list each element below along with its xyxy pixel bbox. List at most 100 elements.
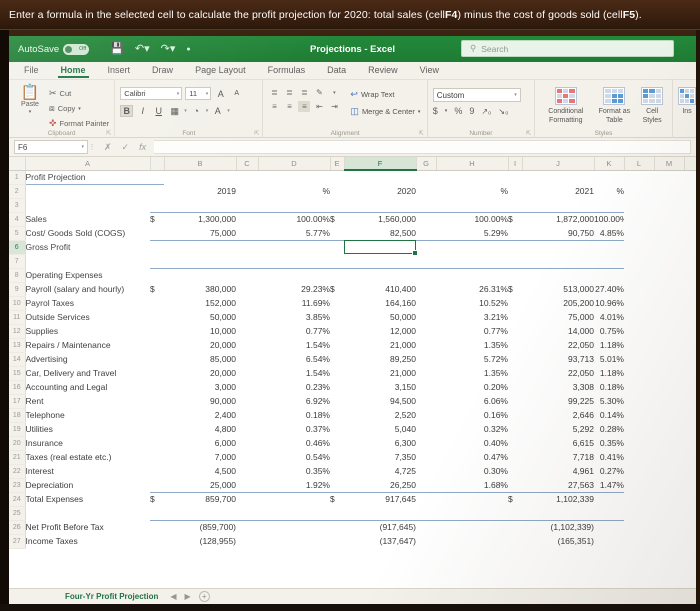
empty-cells[interactable]: [624, 506, 696, 520]
cell-pct-2020[interactable]: 6.06%: [436, 394, 508, 408]
empty-cells[interactable]: [624, 212, 696, 226]
empty-cells[interactable]: [624, 324, 696, 338]
cell-value-2021[interactable]: 513,000: [522, 282, 594, 296]
cell-spacer[interactable]: [416, 520, 436, 534]
formula-input[interactable]: [154, 140, 691, 154]
cell-spacer[interactable]: [508, 380, 522, 394]
cell-sales-pct-2021[interactable]: 100.00%: [594, 212, 624, 226]
cell-spacer[interactable]: [330, 380, 344, 394]
cell-spacer[interactable]: [416, 352, 436, 366]
row-header-22[interactable]: 22: [9, 464, 26, 479]
increase-indent-icon[interactable]: ⇥: [328, 101, 340, 112]
empty-cells[interactable]: [624, 478, 696, 492]
cell-value-2020[interactable]: 5,040: [344, 422, 416, 436]
row-label-utilities[interactable]: Utilities: [25, 422, 150, 436]
cell-value-2021[interactable]: 27,563: [522, 478, 594, 493]
cell-spacer[interactable]: [330, 324, 344, 338]
cell-value-2021[interactable]: 22,050: [522, 366, 594, 380]
cell-net-profit-2020[interactable]: (917,645): [344, 520, 416, 534]
empty-cells[interactable]: [624, 184, 696, 198]
empty-cells[interactable]: [624, 352, 696, 366]
cell-spacer[interactable]: [416, 408, 436, 422]
row-header-5[interactable]: 5: [9, 226, 26, 241]
cell-value-2019[interactable]: 7,000: [164, 450, 236, 464]
cell-spacer[interactable]: [236, 450, 258, 464]
row-label-payroll[interactable]: Payroll (salary and hourly): [25, 282, 150, 296]
row-header-14[interactable]: 14: [9, 352, 26, 367]
row-label-supplies[interactable]: Supplies: [25, 324, 150, 338]
cell-currency-2021[interactable]: $: [508, 282, 522, 296]
cell-pct-2021[interactable]: 0.41%: [594, 450, 624, 464]
cell-currency-2020[interactable]: $: [330, 492, 344, 506]
borders-dropdown-icon[interactable]: ▾: [184, 108, 187, 114]
cell-pct-2019[interactable]: 0.23%: [258, 380, 330, 394]
cell-cogs-2021[interactable]: 90,750: [522, 226, 594, 241]
row-label-accounting-legal[interactable]: Accounting and Legal: [25, 380, 150, 394]
cell-spacer[interactable]: [258, 520, 330, 534]
cell-value-2019[interactable]: 85,000: [164, 352, 236, 366]
select-all-corner[interactable]: [9, 157, 26, 171]
cell-income-taxes-2021[interactable]: (165,351): [522, 534, 594, 548]
cell-spacer[interactable]: [594, 534, 624, 548]
cell-value-2020[interactable]: 2,520: [344, 408, 416, 422]
row-label-repairs-maintenance[interactable]: Repairs / Maintenance: [25, 338, 150, 352]
cell-spacer[interactable]: [236, 534, 258, 548]
cell-pct-2021[interactable]: 0.35%: [594, 436, 624, 450]
cell-spacer[interactable]: [508, 226, 522, 241]
column-header-b[interactable]: B: [164, 157, 237, 171]
align-middle-icon[interactable]: ≣: [283, 87, 295, 98]
percent-format-button[interactable]: %: [454, 106, 462, 116]
cell-pct-2019[interactable]: 0.46%: [258, 436, 330, 450]
cell-value-2020[interactable]: 89,250: [344, 352, 416, 366]
cell-spacer[interactable]: [330, 310, 344, 324]
cell-spacer[interactable]: [236, 226, 258, 241]
cell-pct-2019[interactable]: 1.54%: [258, 366, 330, 380]
row-label-gross-profit[interactable]: Gross Profit: [25, 240, 150, 254]
row-header-10[interactable]: 10: [9, 296, 26, 311]
font-name-select[interactable]: Calibri ▾: [120, 87, 183, 100]
cell-spacer[interactable]: [330, 366, 344, 380]
cell-a2[interactable]: [25, 184, 150, 198]
cell-pct-2019[interactable]: 0.77%: [258, 324, 330, 338]
align-top-icon[interactable]: ≣: [268, 87, 280, 98]
cell-pct-2019[interactable]: 6.54%: [258, 352, 330, 366]
cell-net-profit-2021[interactable]: (1,102,339): [522, 520, 594, 534]
cell-spacer[interactable]: [236, 464, 258, 478]
cell-pct-2020[interactable]: 0.30%: [436, 464, 508, 478]
cell-pct-2019[interactable]: 6.92%: [258, 394, 330, 408]
cell-value-2021[interactable]: 205,200: [522, 296, 594, 310]
cell-pct-2021[interactable]: 0.14%: [594, 408, 624, 422]
align-center-icon[interactable]: ≡: [283, 101, 295, 112]
font-color-dropdown-icon[interactable]: ▾: [227, 108, 230, 114]
decrease-decimal-icon[interactable]: ↘₀: [498, 107, 508, 116]
row-header-16[interactable]: 16: [9, 380, 26, 395]
cell-a7[interactable]: [25, 254, 150, 268]
cell-spacer[interactable]: [508, 394, 522, 408]
cell-spacer[interactable]: [416, 380, 436, 394]
currency-format-button[interactable]: $: [433, 106, 438, 116]
row-header-4[interactable]: 4: [9, 212, 26, 227]
cell-pct-2020[interactable]: 10.52%: [436, 296, 508, 310]
name-box[interactable]: F6 ▾: [14, 140, 88, 154]
column-header-f[interactable]: F: [344, 157, 417, 171]
cell-a25[interactable]: [25, 506, 150, 520]
cell-value-2021[interactable]: 3,308: [522, 380, 594, 394]
cell-c2[interactable]: [236, 184, 258, 198]
cell-spacer[interactable]: [150, 450, 164, 464]
empty-cells[interactable]: [624, 310, 696, 324]
row-header-6[interactable]: 6: [9, 240, 26, 255]
row-header-23[interactable]: 23: [9, 478, 26, 493]
tab-review[interactable]: Review: [367, 65, 399, 77]
orientation-icon[interactable]: ✎: [313, 87, 325, 98]
empty-cells[interactable]: [624, 366, 696, 380]
cell-pct-2021[interactable]: 0.27%: [594, 464, 624, 478]
autosave-control[interactable]: AutoSave Off: [18, 43, 90, 55]
cell-pct-2021[interactable]: 0.18%: [594, 380, 624, 394]
number-dialog-launcher-icon[interactable]: ⇱: [526, 130, 531, 137]
add-sheet-button[interactable]: +: [198, 591, 210, 602]
cell-value-2021[interactable]: 75,000: [522, 310, 594, 324]
cell-g2[interactable]: [416, 184, 436, 198]
cell-spacer[interactable]: [330, 408, 344, 422]
cell-pct-2021[interactable]: 0.75%: [594, 324, 624, 338]
tab-formulas[interactable]: Formulas: [267, 65, 307, 77]
